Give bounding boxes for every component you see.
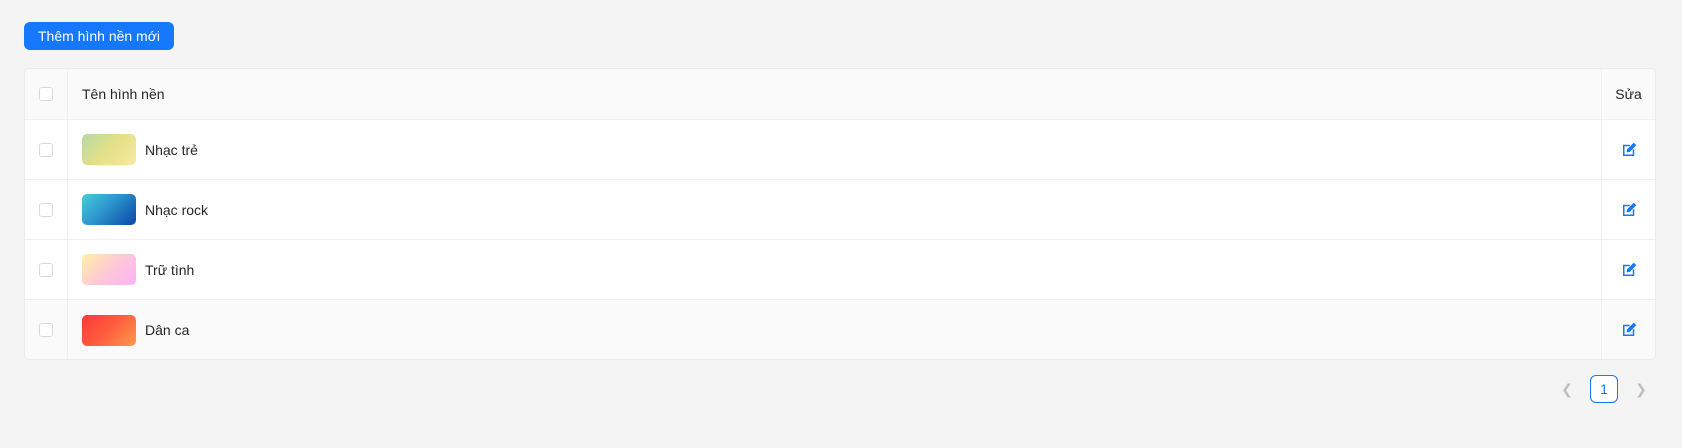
- row-checkbox-cell: [25, 300, 68, 359]
- row-checkbox[interactable]: [39, 262, 53, 277]
- wallpaper-thumbnail: [82, 254, 136, 285]
- wallpaper-thumbnail: [82, 194, 136, 225]
- prev-page-icon[interactable]: ❮: [1556, 375, 1578, 403]
- wallpaper-thumbnail: [82, 314, 136, 346]
- table-row: Dân ca: [25, 300, 1655, 359]
- page-item-current[interactable]: 1: [1590, 375, 1618, 403]
- select-all-checkbox[interactable]: [39, 87, 53, 101]
- edit-icon[interactable]: [1620, 321, 1638, 339]
- wallpaper-thumbnail: [82, 134, 136, 165]
- edit-icon[interactable]: [1620, 261, 1638, 279]
- edit-icon[interactable]: [1620, 141, 1638, 159]
- table-row: Nhạc trẻ: [25, 120, 1655, 180]
- row-checkbox[interactable]: [39, 202, 53, 217]
- edit-cell: [1601, 120, 1655, 179]
- wallpaper-name: Nhạc trẻ: [145, 141, 198, 158]
- name-cell: Trữ tình: [68, 240, 1601, 299]
- edit-cell: [1601, 180, 1655, 239]
- wallpaper-name: Nhạc rock: [145, 201, 209, 218]
- row-checkbox[interactable]: [39, 323, 53, 337]
- wallpaper-name: Dân ca: [145, 322, 190, 338]
- edit-icon[interactable]: [1620, 201, 1638, 219]
- column-header-name: Tên hình nền: [82, 86, 165, 102]
- add-wallpaper-button[interactable]: Thêm hình nền mới: [24, 22, 175, 50]
- row-checkbox-cell: [25, 120, 68, 179]
- name-cell: Nhạc trẻ: [68, 120, 1601, 179]
- wallpaper-table: Tên hình nền Sửa Nhạc trẻ Nhạc rock Trữ …: [24, 68, 1656, 360]
- row-checkbox-cell: [25, 240, 68, 299]
- column-header-edit: Sửa: [1601, 69, 1655, 119]
- wallpaper-name: Trữ tình: [145, 261, 195, 278]
- name-cell: Dân ca: [68, 300, 1601, 359]
- header-checkbox-cell: [25, 69, 68, 119]
- table-row: Nhạc rock: [25, 180, 1655, 240]
- row-checkbox[interactable]: [39, 142, 53, 157]
- row-checkbox-cell: [25, 180, 68, 239]
- next-page-icon[interactable]: ❯: [1630, 375, 1652, 403]
- name-cell: Nhạc rock: [68, 180, 1601, 239]
- pagination: ❮ 1 ❯: [1556, 375, 1652, 403]
- table-header: Tên hình nền Sửa: [25, 69, 1655, 120]
- table-row: Trữ tình: [25, 240, 1655, 300]
- edit-cell: [1601, 240, 1655, 299]
- edit-cell: [1601, 300, 1655, 359]
